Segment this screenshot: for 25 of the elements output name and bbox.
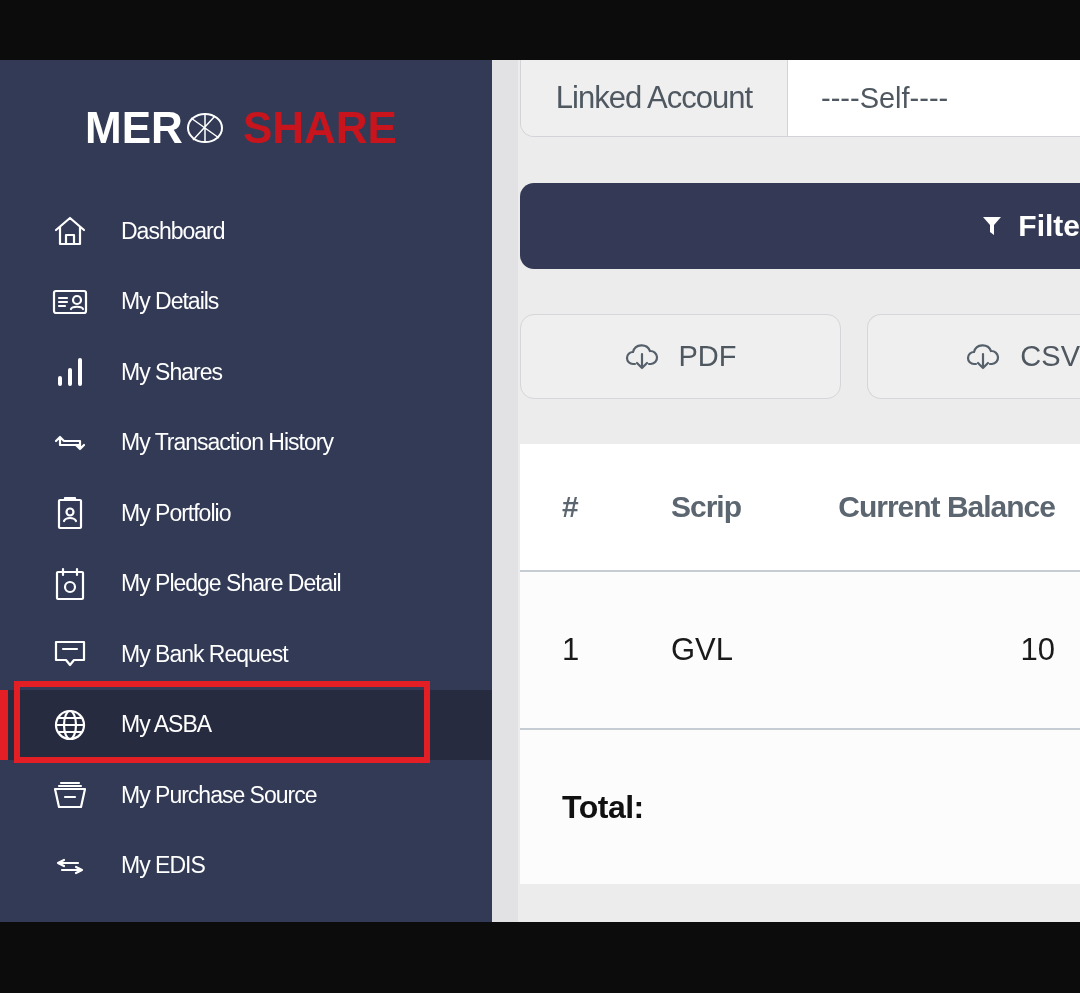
- sidebar-item[interactable]: My Portfolio: [0, 478, 492, 549]
- table-cell-text: GVL: [671, 632, 735, 668]
- column-header: Current Balance: [837, 490, 1055, 524]
- column-header: #: [562, 490, 580, 524]
- sidebar-item[interactable]: My Purchase Source: [0, 760, 492, 831]
- account-select[interactable]: ----Self----: [788, 60, 1080, 136]
- field-label: Linked Account: [521, 60, 788, 136]
- logo-text: MER: [85, 103, 183, 153]
- download-button[interactable]: CSV: [867, 314, 1080, 399]
- total-label: Total:: [562, 788, 644, 826]
- logo-text: SHARE: [242, 103, 397, 153]
- sidebar-item[interactable]: My Pledge Share Detail: [0, 548, 492, 619]
- column-header: Scrip: [671, 490, 743, 524]
- sidebar-item[interactable]: My EDIS: [0, 830, 492, 901]
- table-cell-text: 1: [562, 632, 581, 668]
- sidebar-item[interactable]: My Bank Request: [0, 619, 492, 690]
- download-button[interactable]: PDF: [520, 314, 841, 399]
- sidebar-item[interactable]: My Details: [0, 266, 492, 337]
- sidebar-item[interactable]: My Shares: [0, 337, 492, 408]
- table-cell-text: 10: [1019, 632, 1055, 668]
- filter-button[interactable]: Filte: [520, 183, 1080, 269]
- sidebar-item[interactable]: Dashboard: [0, 196, 492, 267]
- sidebar-item[interactable]: My ASBA: [0, 689, 492, 760]
- filter-icon: [982, 215, 1003, 237]
- sidebar-item[interactable]: My Transaction History: [0, 407, 492, 478]
